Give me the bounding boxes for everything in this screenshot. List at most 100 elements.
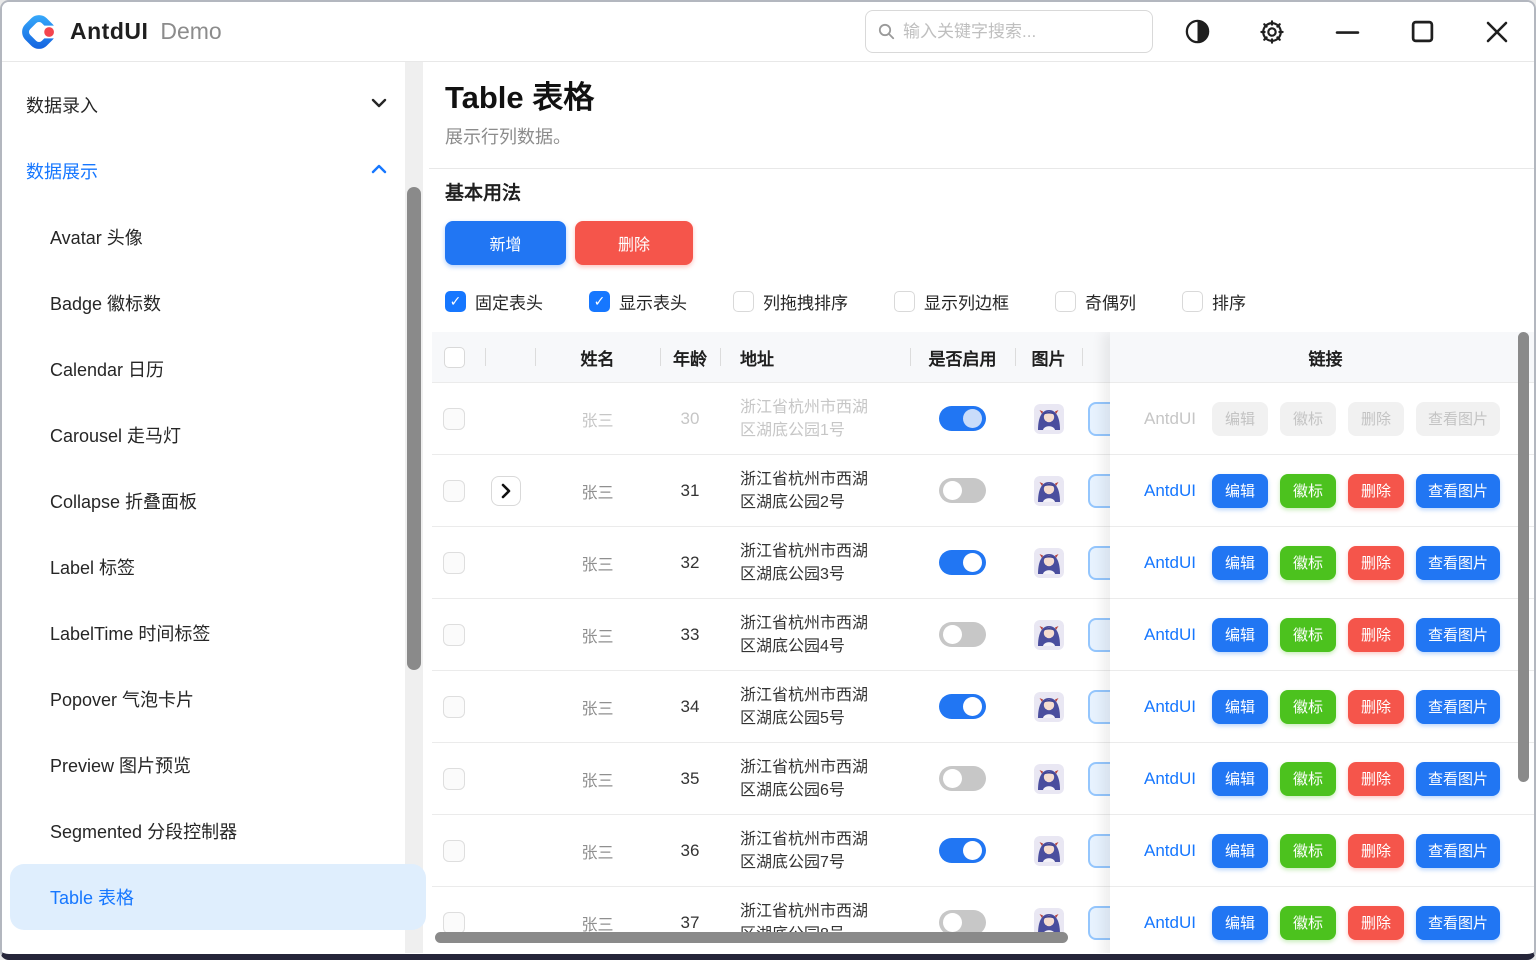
edit-button[interactable]: 编辑 bbox=[1212, 834, 1268, 868]
toggle-switch-on[interactable] bbox=[939, 838, 986, 863]
checkbox[interactable] bbox=[733, 291, 754, 312]
antdui-link[interactable]: AntdUI bbox=[1140, 481, 1200, 501]
select-all-checkbox[interactable] bbox=[444, 347, 465, 368]
option-固定表头[interactable]: ✓固定表头 bbox=[445, 289, 543, 314]
minimize-icon[interactable] bbox=[1334, 19, 1360, 45]
sidebar-item-label[interactable]: Label 标签 bbox=[10, 534, 426, 600]
avatar-image[interactable] bbox=[1034, 476, 1064, 506]
sidebar-item-avatar[interactable]: Avatar 头像 bbox=[10, 204, 426, 270]
delete-row-button[interactable]: 删除 bbox=[1348, 546, 1404, 580]
edit-button[interactable]: 编辑 bbox=[1212, 690, 1268, 724]
sidebar-group-1[interactable]: 数据录入 bbox=[2, 72, 429, 138]
edit-button[interactable]: 编辑 bbox=[1212, 906, 1268, 940]
antdui-link[interactable]: AntdUI bbox=[1140, 841, 1200, 861]
sidebar-group-2[interactable]: 数据展示 bbox=[2, 138, 429, 204]
toggle-switch-off[interactable] bbox=[939, 766, 986, 791]
avatar-image[interactable] bbox=[1034, 620, 1064, 650]
delete-row-button[interactable]: 删除 bbox=[1348, 402, 1404, 436]
checkbox[interactable] bbox=[1055, 291, 1076, 312]
row-checkbox[interactable] bbox=[443, 480, 465, 502]
antdui-link[interactable]: AntdUI bbox=[1140, 913, 1200, 933]
horizontal-scrollbar-thumb[interactable] bbox=[435, 932, 1068, 943]
row-checkbox[interactable] bbox=[443, 912, 465, 934]
close-icon[interactable] bbox=[1484, 19, 1510, 45]
antdui-link[interactable]: AntdUI bbox=[1140, 625, 1200, 645]
avatar-image[interactable] bbox=[1034, 836, 1064, 866]
toggle-switch-on[interactable] bbox=[939, 406, 986, 431]
row-checkbox[interactable] bbox=[443, 552, 465, 574]
badge-button[interactable]: 徽标 bbox=[1280, 834, 1336, 868]
view-image-button[interactable]: 查看图片 bbox=[1416, 402, 1500, 436]
delete-row-button[interactable]: 删除 bbox=[1348, 690, 1404, 724]
row-checkbox[interactable] bbox=[443, 768, 465, 790]
avatar-image[interactable] bbox=[1034, 404, 1064, 434]
option-显示列边框[interactable]: 显示列边框 bbox=[894, 289, 1009, 314]
view-image-button[interactable]: 查看图片 bbox=[1416, 546, 1500, 580]
row-checkbox[interactable] bbox=[443, 840, 465, 862]
option-显示表头[interactable]: ✓显示表头 bbox=[589, 289, 687, 314]
option-奇偶列[interactable]: 奇偶列 bbox=[1055, 289, 1136, 314]
search-box[interactable] bbox=[865, 10, 1153, 53]
row-checkbox[interactable] bbox=[443, 696, 465, 718]
sidebar-item-preview[interactable]: Preview 图片预览 bbox=[10, 732, 426, 798]
view-image-button[interactable]: 查看图片 bbox=[1416, 474, 1500, 508]
antdui-link[interactable]: AntdUI bbox=[1140, 409, 1200, 429]
badge-button[interactable]: 徽标 bbox=[1280, 762, 1336, 796]
search-input[interactable] bbox=[903, 22, 1140, 42]
sidebar-item-tabs[interactable]: Tabs 标签页 bbox=[10, 930, 426, 960]
badge-button[interactable]: 徽标 bbox=[1280, 690, 1336, 724]
delete-row-button[interactable]: 删除 bbox=[1348, 762, 1404, 796]
delete-row-button[interactable]: 删除 bbox=[1348, 474, 1404, 508]
toggle-switch-on[interactable] bbox=[939, 694, 986, 719]
expand-row-button[interactable] bbox=[491, 476, 521, 506]
vertical-scrollbar-thumb[interactable] bbox=[1518, 332, 1529, 782]
checkbox[interactable] bbox=[894, 291, 915, 312]
sidebar-item-labeltime[interactable]: LabelTime 时间标签 bbox=[10, 600, 426, 666]
antdui-link[interactable]: AntdUI bbox=[1140, 697, 1200, 717]
settings-gear-icon[interactable] bbox=[1259, 19, 1285, 45]
delete-row-button[interactable]: 删除 bbox=[1348, 834, 1404, 868]
avatar-image[interactable] bbox=[1034, 764, 1064, 794]
row-checkbox[interactable] bbox=[443, 624, 465, 646]
view-image-button[interactable]: 查看图片 bbox=[1416, 762, 1500, 796]
checkbox-checked[interactable]: ✓ bbox=[589, 291, 610, 312]
edit-button[interactable]: 编辑 bbox=[1212, 402, 1268, 436]
antdui-link[interactable]: AntdUI bbox=[1140, 553, 1200, 573]
view-image-button[interactable]: 查看图片 bbox=[1416, 906, 1500, 940]
sidebar-scrollbar-thumb[interactable] bbox=[407, 187, 421, 670]
edit-button[interactable]: 编辑 bbox=[1212, 762, 1268, 796]
delete-row-button[interactable]: 删除 bbox=[1348, 618, 1404, 652]
toggle-switch-off[interactable] bbox=[939, 622, 986, 647]
add-button[interactable]: 新增 bbox=[445, 221, 566, 265]
delete-row-button[interactable]: 删除 bbox=[1348, 906, 1404, 940]
view-image-button[interactable]: 查看图片 bbox=[1416, 834, 1500, 868]
badge-button[interactable]: 徽标 bbox=[1280, 618, 1336, 652]
option-排序[interactable]: 排序 bbox=[1182, 289, 1246, 314]
sidebar-item-carousel[interactable]: Carousel 走马灯 bbox=[10, 402, 426, 468]
delete-button[interactable]: 删除 bbox=[575, 221, 693, 265]
badge-button[interactable]: 徽标 bbox=[1280, 402, 1336, 436]
toggle-switch-on[interactable] bbox=[939, 550, 986, 575]
checkbox-checked[interactable]: ✓ bbox=[445, 291, 466, 312]
antdui-link[interactable]: AntdUI bbox=[1140, 769, 1200, 789]
checkbox[interactable] bbox=[1182, 291, 1203, 312]
edit-button[interactable]: 编辑 bbox=[1212, 474, 1268, 508]
sidebar-item-table[interactable]: Table 表格 bbox=[10, 864, 426, 930]
toggle-switch-off[interactable] bbox=[939, 478, 986, 503]
edit-button[interactable]: 编辑 bbox=[1212, 618, 1268, 652]
option-列拖拽排序[interactable]: 列拖拽排序 bbox=[733, 289, 848, 314]
row-checkbox[interactable] bbox=[443, 408, 465, 430]
badge-button[interactable]: 徽标 bbox=[1280, 474, 1336, 508]
avatar-image[interactable] bbox=[1034, 692, 1064, 722]
sidebar-item-collapse[interactable]: Collapse 折叠面板 bbox=[10, 468, 426, 534]
badge-button[interactable]: 徽标 bbox=[1280, 906, 1336, 940]
sidebar-item-badge[interactable]: Badge 徽标数 bbox=[10, 270, 426, 336]
sidebar-item-segmented[interactable]: Segmented 分段控制器 bbox=[10, 798, 426, 864]
maximize-icon[interactable] bbox=[1409, 19, 1435, 45]
edit-button[interactable]: 编辑 bbox=[1212, 546, 1268, 580]
avatar-image[interactable] bbox=[1034, 548, 1064, 578]
sidebar-item-popover[interactable]: Popover 气泡卡片 bbox=[10, 666, 426, 732]
view-image-button[interactable]: 查看图片 bbox=[1416, 618, 1500, 652]
badge-button[interactable]: 徽标 bbox=[1280, 546, 1336, 580]
view-image-button[interactable]: 查看图片 bbox=[1416, 690, 1500, 724]
